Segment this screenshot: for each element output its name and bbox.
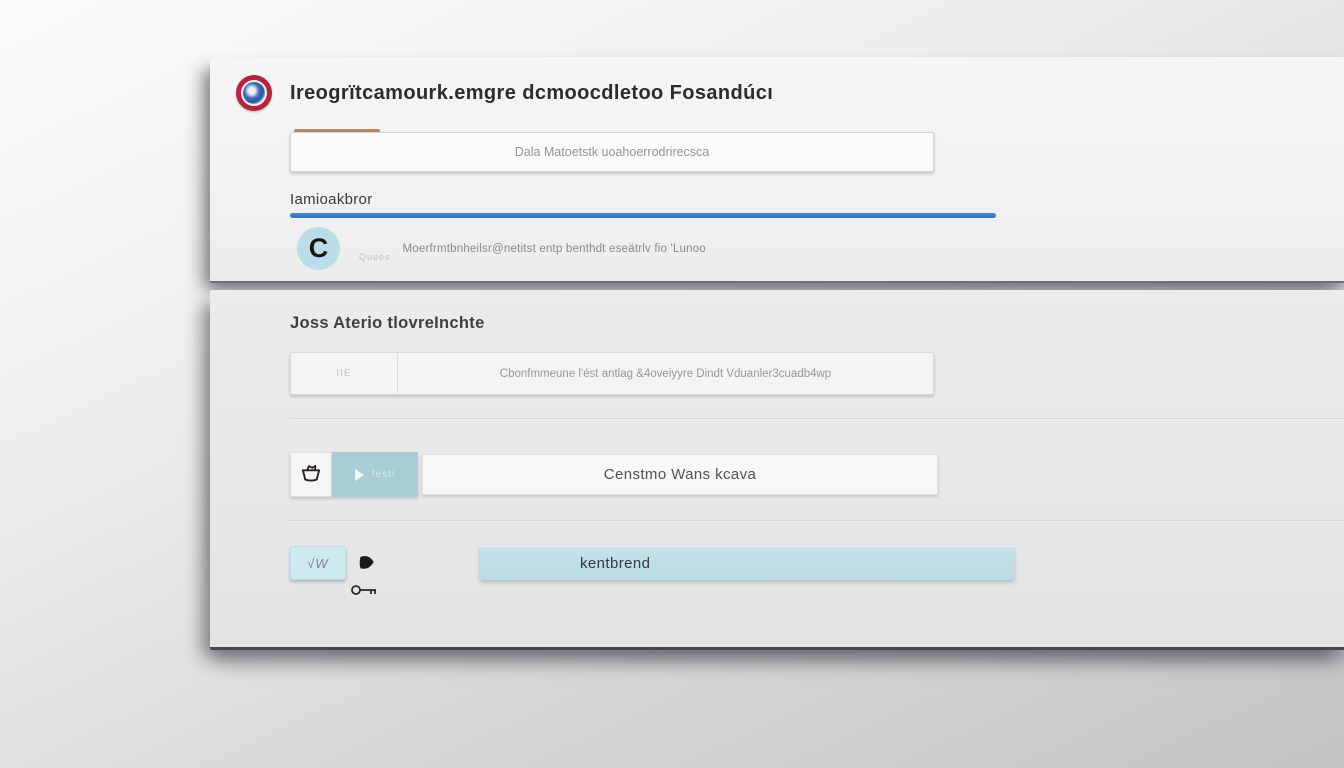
bottom-row: √W kentbrend <box>290 546 1344 606</box>
avatar-row: C Quees Moerfrmtbnheilsr@netitst entp be… <box>297 227 706 270</box>
avatar[interactable]: C <box>297 227 340 270</box>
value-input[interactable] <box>422 454 938 495</box>
kentbrend-button[interactable]: kentbrend <box>480 546 1014 580</box>
cursor-blob-icon <box>356 553 378 571</box>
app-title: Ireogrïtcamourk.emgre dcmoocdletoo Fosan… <box>290 82 773 105</box>
prefixed-field: IIE <box>290 352 934 395</box>
desktop-background: Ireogrïtcamourk.emgre dcmoocdletoo Fosan… <box>0 0 1344 768</box>
progress-bar <box>290 213 996 218</box>
main-search-input[interactable] <box>290 132 934 172</box>
basket-button[interactable] <box>290 452 332 497</box>
play-icon <box>355 469 364 481</box>
avatar-caption: Quees <box>359 252 391 270</box>
divider <box>290 418 1344 419</box>
field-prefix-label: IIE <box>291 353 398 394</box>
globe-logo-inner <box>241 80 267 106</box>
basket-icon <box>298 460 324 489</box>
key-icon <box>350 582 380 598</box>
header-panel: Ireogrïtcamourk.emgre dcmoocdletoo Fosan… <box>210 57 1344 283</box>
action-row: testi <box>290 452 938 497</box>
play-button[interactable]: testi <box>332 452 418 497</box>
avatar-note: Moerfrmtbnheilsr@netitst entp benthdt es… <box>403 243 706 255</box>
shortcut-chip[interactable]: √W <box>290 546 346 580</box>
play-button-label: testi <box>372 469 395 480</box>
brand-row: Ireogrïtcamourk.emgre dcmoocdletoo Fosan… <box>236 75 773 111</box>
globe-logo-icon <box>236 75 272 111</box>
form-panel: Joss Aterio tlovreInchte IIE testi <box>210 290 1344 650</box>
field-label: Iamioakbror <box>290 191 373 208</box>
section-heading: Joss Aterio tlovreInchte <box>290 314 485 333</box>
divider <box>290 520 1344 521</box>
confirmation-input[interactable] <box>398 353 933 394</box>
